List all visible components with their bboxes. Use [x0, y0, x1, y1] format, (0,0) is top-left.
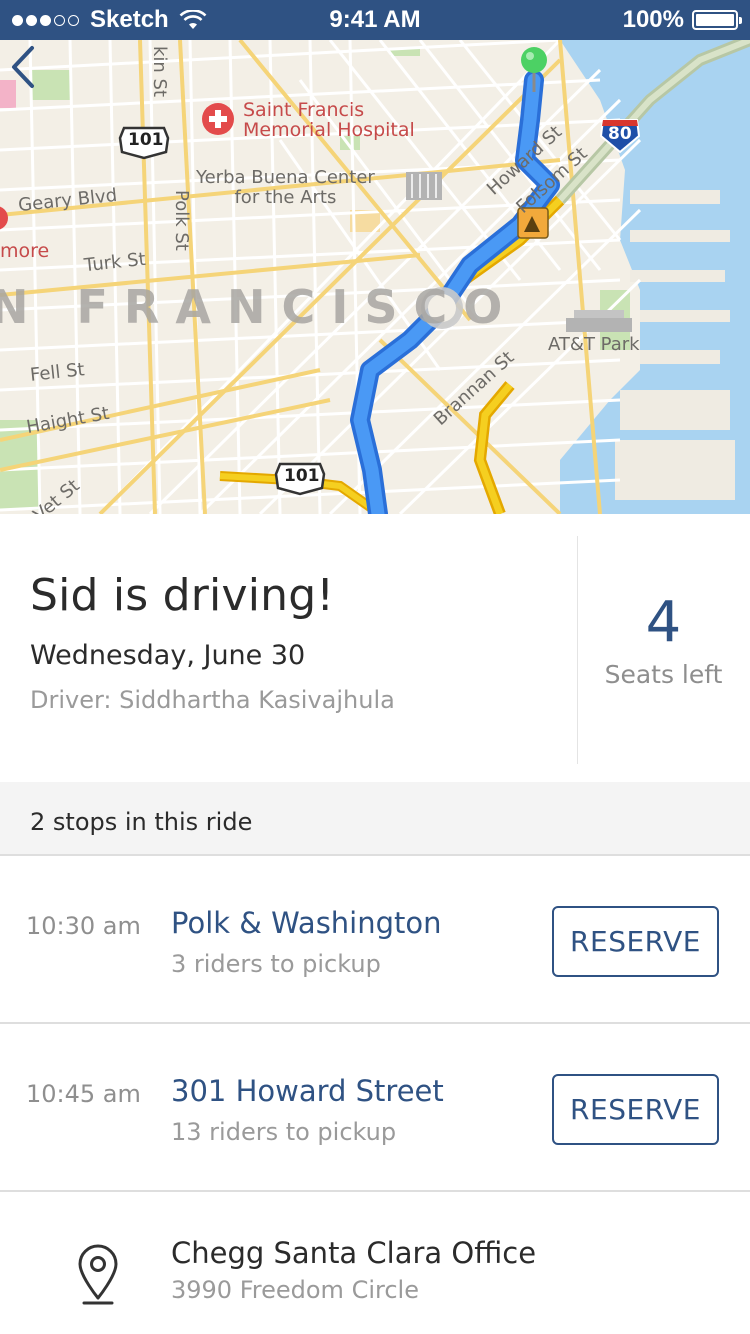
- map-label-kin-st: kin St: [149, 46, 170, 98]
- location-pin-icon: [78, 1244, 118, 1305]
- map-label-hospital-line2: Memorial Hospital: [243, 119, 415, 141]
- seats-left-label: Seats left: [604, 660, 723, 689]
- map-label-hospital-line1: Saint Francis: [243, 99, 365, 121]
- stop-row: 10:45 am 301 Howard Street 13 riders to …: [0, 1024, 750, 1192]
- map-label-city: N FRANCISCO: [0, 280, 519, 334]
- map-label-yerba-buena: Yerba Buena Center for the Arts: [196, 168, 375, 208]
- stop-time: 10:45 am: [26, 1080, 141, 1108]
- map-label-att-park: AT&T Park: [548, 334, 640, 355]
- seats-left-count: 4: [645, 590, 682, 655]
- map-label-yerba-line2: for the Arts: [234, 187, 337, 208]
- hwy-101-shield-bottom: 101: [284, 466, 320, 486]
- battery-icon: [692, 10, 742, 30]
- stops-section-header: 2 stops in this ride: [0, 782, 750, 856]
- map-label-more: more: [0, 240, 50, 262]
- stop-riders: 13 riders to pickup: [171, 1118, 397, 1146]
- hwy-101-shield-top: 101: [128, 130, 164, 150]
- destination-address: 3990 Freedom Circle: [171, 1276, 419, 1304]
- reserve-button[interactable]: RESERVE: [552, 906, 719, 977]
- map-label-polk-st: Polk St: [171, 190, 192, 251]
- stop-name[interactable]: Polk & Washington: [171, 906, 442, 940]
- map-label-hospital: Saint Francis Memorial Hospital: [243, 100, 415, 140]
- back-chevron-icon[interactable]: [0, 40, 50, 90]
- stop-riders: 3 riders to pickup: [171, 950, 381, 978]
- map-label-yerba-line1: Yerba Buena Center: [196, 167, 375, 188]
- ride-date: Wednesday, June 30: [30, 640, 306, 671]
- battery-percent: 100%: [622, 6, 684, 33]
- status-bar-right: 100%: [622, 6, 742, 34]
- reserve-button[interactable]: RESERVE: [552, 1074, 719, 1145]
- status-bar: Sketch 9:41 AM 100%: [0, 0, 750, 40]
- ride-title: Sid is driving!: [30, 570, 335, 621]
- stop-name[interactable]: 301 Howard Street: [171, 1074, 444, 1108]
- route-map[interactable]: kin St Saint Francis Memorial Hospital Y…: [0, 40, 750, 514]
- destination-row: Chegg Santa Clara Office 3990 Freedom Ci…: [0, 1192, 750, 1334]
- stop-time: 10:30 am: [26, 912, 141, 940]
- stops-count-label: 2 stops in this ride: [30, 808, 253, 836]
- stop-row: 10:30 am Polk & Washington 3 riders to p…: [0, 856, 750, 1024]
- destination-name: Chegg Santa Clara Office: [171, 1236, 537, 1270]
- ride-info: Sid is driving! Wednesday, June 30 Drive…: [0, 514, 750, 782]
- ride-driver: Driver: Siddhartha Kasivajhula: [30, 686, 395, 714]
- hwy-80-shield: 80: [608, 124, 632, 144]
